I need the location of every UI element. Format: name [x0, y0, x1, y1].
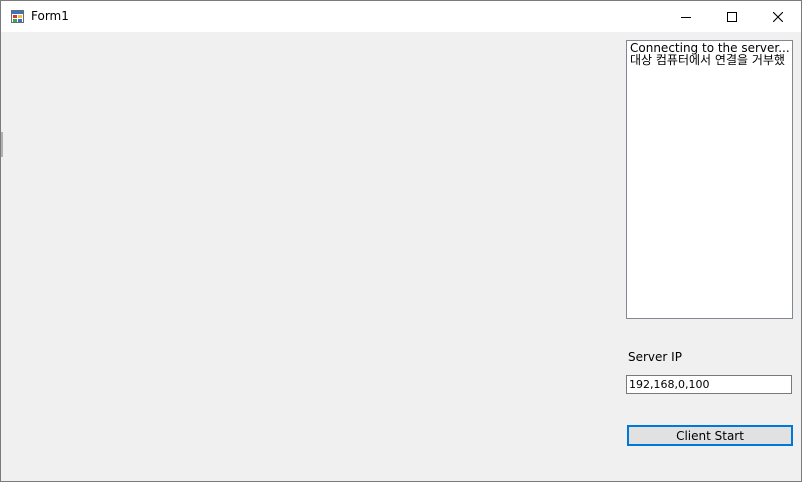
close-button[interactable]	[755, 1, 801, 32]
window-title: Form1	[31, 9, 69, 23]
minimize-icon	[681, 16, 691, 18]
server-ip-input[interactable]	[626, 375, 792, 394]
log-line: 대상 컴퓨터에서 연결을 거부했	[630, 53, 785, 67]
app-window: Form1 Connecting to the server... 대상 컴퓨터…	[0, 0, 802, 482]
window-edge-mark	[1, 132, 3, 157]
close-icon	[773, 11, 783, 22]
minimize-button[interactable]	[663, 1, 709, 32]
maximize-icon	[727, 11, 737, 22]
server-ip-label: Server IP	[628, 350, 682, 364]
log-textbox[interactable]: Connecting to the server... 대상 컴퓨터에서 연결을…	[626, 40, 793, 319]
title-bar[interactable]: Form1	[1, 1, 801, 32]
maximize-button[interactable]	[709, 1, 755, 32]
client-start-button[interactable]: Client Start	[627, 425, 793, 446]
form-client-area: Connecting to the server... 대상 컴퓨터에서 연결을…	[1, 32, 801, 481]
winforms-app-icon	[11, 10, 24, 23]
